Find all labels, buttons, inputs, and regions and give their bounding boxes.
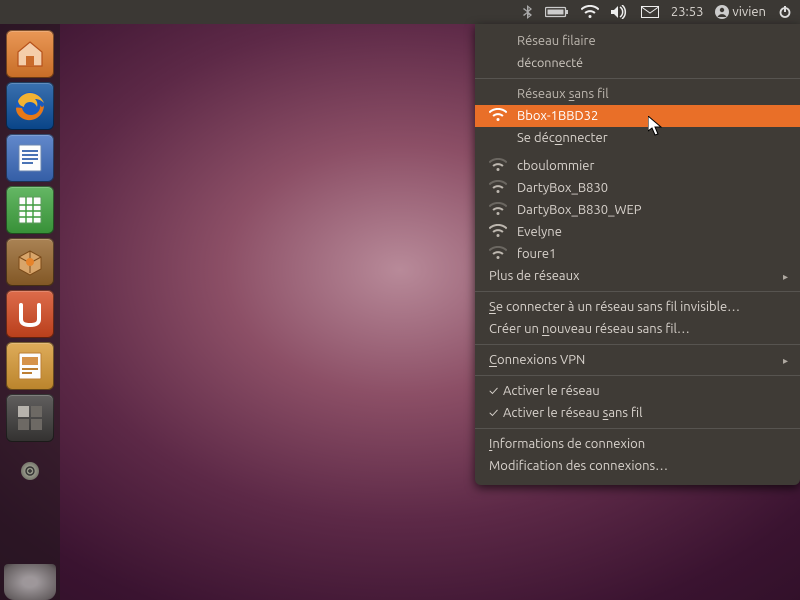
launcher-firefox[interactable] — [6, 82, 54, 130]
launcher-workspace-switcher[interactable] — [6, 394, 54, 442]
enable-networking[interactable]: ✓ Activer le réseau — [475, 380, 800, 402]
launcher-software-center[interactable] — [6, 238, 54, 286]
battery-indicator[interactable] — [545, 6, 569, 18]
network-menu: Réseau filaire déconnecté Réseaux sans f… — [475, 24, 800, 485]
battery-icon — [545, 6, 569, 18]
wifi-network-0[interactable]: cboulommier — [475, 155, 800, 177]
ubuntu-one-icon — [13, 297, 47, 331]
wifi-icon — [489, 180, 507, 194]
more-networks[interactable]: Plus de réseaux ▸ — [475, 265, 800, 287]
wired-header: Réseau filaire — [475, 30, 800, 52]
wifi-network-4[interactable]: foure1 — [475, 243, 800, 265]
wifi-network-label: foure1 — [517, 247, 556, 261]
vpn-connections[interactable]: Connexions VPN ▸ — [475, 349, 800, 371]
launcher — [0, 24, 60, 600]
wifi-disconnect[interactable]: Se déconnecter — [475, 127, 800, 149]
wifi-icon — [489, 202, 507, 216]
volume-indicator[interactable] — [611, 5, 629, 19]
wifi-network-3[interactable]: Evelyne — [475, 221, 800, 243]
calc-icon — [13, 193, 47, 227]
firefox-icon — [12, 88, 48, 124]
launcher-expander[interactable] — [21, 462, 39, 480]
launcher-ubuntu-one[interactable] — [6, 290, 54, 338]
chevron-right-icon: ▸ — [783, 271, 788, 283]
launcher-files[interactable] — [6, 30, 54, 78]
wired-status: déconnecté — [475, 52, 800, 74]
mail-icon — [641, 6, 659, 18]
wifi-selected-label: Bbox-1BBD32 — [517, 109, 598, 123]
wifi-icon — [489, 158, 507, 172]
writer-icon — [13, 141, 47, 175]
launcher-writer[interactable] — [6, 134, 54, 182]
wifi-icon — [489, 108, 507, 122]
power-icon — [778, 5, 792, 19]
clock[interactable]: 23:53 — [671, 5, 704, 19]
edit-connections[interactable]: Modification des connexions… — [475, 455, 800, 477]
username: vivien — [732, 5, 766, 19]
connection-info[interactable]: Informations de connexion — [475, 433, 800, 455]
check-icon: ✓ — [489, 406, 498, 420]
wifi-network-2[interactable]: DartyBox_B830_WEP — [475, 199, 800, 221]
edit-connections-label: Modification des connexions… — [489, 459, 668, 473]
chevron-right-icon: ▸ — [783, 355, 788, 367]
top-panel: 23:53 vivien — [0, 0, 800, 24]
launcher-calc[interactable] — [6, 186, 54, 234]
impress-icon — [13, 349, 47, 383]
wireless-header: Réseaux sans fil — [475, 83, 800, 105]
wifi-network-label: DartyBox_B830_WEP — [517, 203, 642, 217]
launcher-trash[interactable] — [4, 564, 56, 600]
wifi-selected-network[interactable]: Bbox-1BBD32 — [475, 105, 800, 127]
user-menu[interactable]: vivien — [715, 5, 766, 19]
enable-networking-label: Activer le réseau — [503, 384, 600, 398]
launcher-impress[interactable] — [6, 342, 54, 390]
more-networks-label: Plus de réseaux — [489, 269, 580, 283]
create-new-network[interactable]: Créer un nouveau réseau sans fil… — [475, 318, 800, 340]
enable-wifi[interactable]: ✓ Activer le réseau sans fil — [475, 402, 800, 424]
volume-icon — [611, 5, 629, 19]
network-indicator[interactable] — [581, 5, 599, 19]
wifi-icon — [489, 224, 507, 238]
plus-icon — [25, 466, 35, 476]
wifi-network-1[interactable]: DartyBox_B830 — [475, 177, 800, 199]
session-indicator[interactable] — [778, 5, 792, 19]
bluetooth-indicator[interactable] — [523, 5, 533, 19]
mail-indicator[interactable] — [641, 6, 659, 18]
wifi-network-label: Evelyne — [517, 225, 562, 239]
wifi-icon — [489, 246, 507, 260]
check-icon: ✓ — [489, 384, 498, 398]
wifi-icon — [581, 5, 599, 19]
wifi-network-label: cboulommier — [517, 159, 594, 173]
user-icon — [715, 5, 729, 19]
workspaces-icon — [14, 402, 46, 434]
bluetooth-icon — [523, 5, 533, 19]
connect-hidden-network[interactable]: Se connecter à un réseau sans fil invisi… — [475, 296, 800, 318]
software-center-icon — [13, 245, 47, 279]
home-icon — [13, 37, 47, 71]
wifi-network-label: DartyBox_B830 — [517, 181, 608, 195]
